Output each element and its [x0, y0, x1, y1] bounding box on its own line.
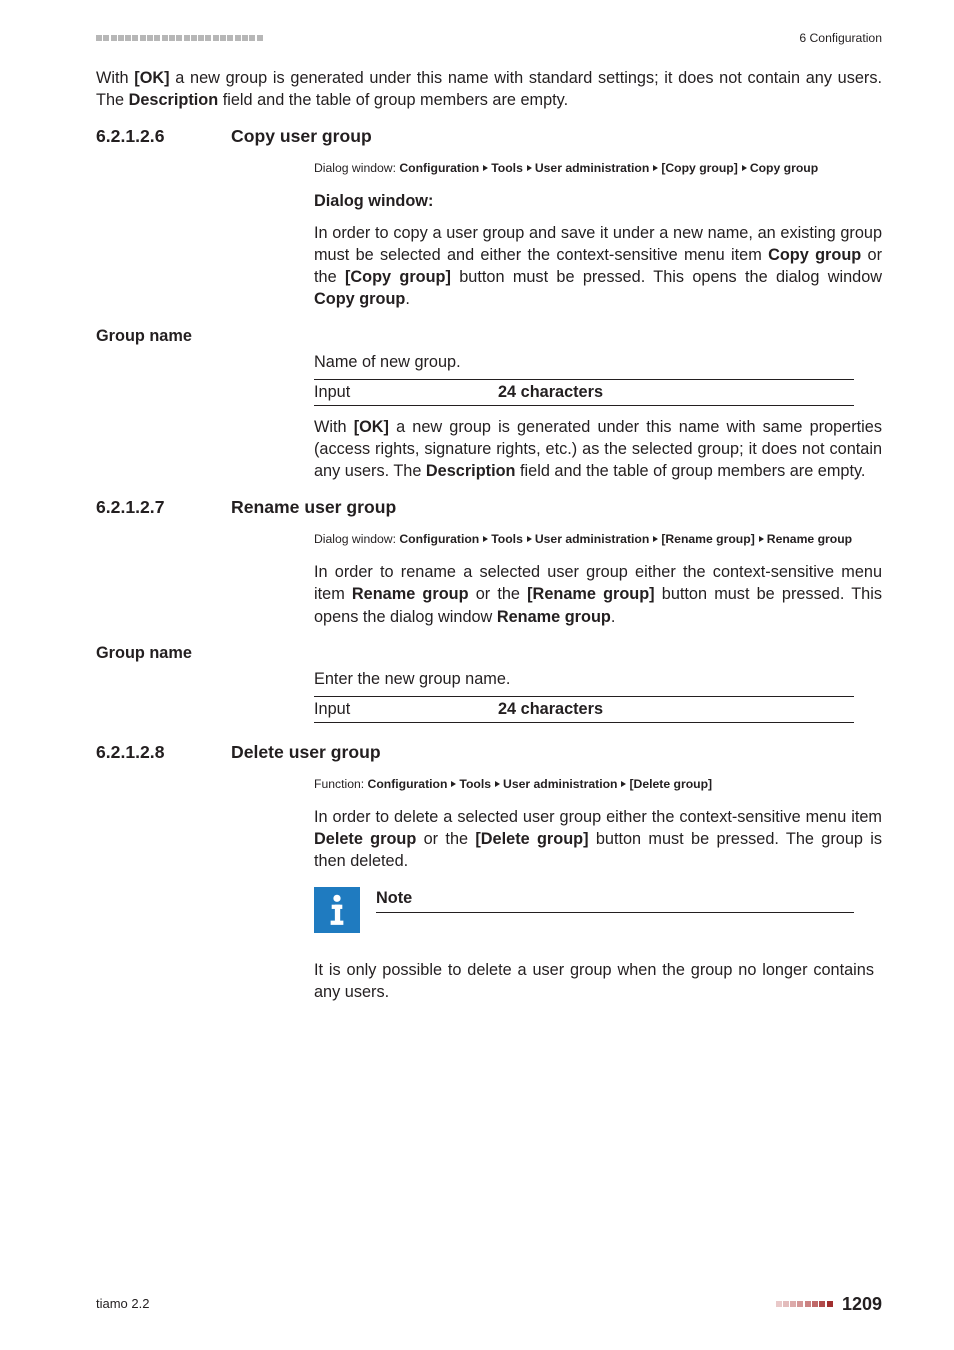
section-heading: 6.2.1.2.7 Rename user group [96, 496, 882, 520]
input-value: 24 characters [498, 698, 603, 720]
dialog-window-label: Dialog window: [314, 190, 882, 212]
text: . [611, 608, 616, 626]
text: With [96, 69, 134, 87]
arrow-icon [621, 781, 626, 787]
arrow-icon [759, 536, 764, 542]
arrow-icon [527, 536, 532, 542]
input-key: Input [314, 381, 498, 403]
note-title: Note [376, 887, 854, 913]
ok-ref: [OK] [134, 69, 169, 87]
header-section: 6 Configuration [799, 30, 882, 47]
crumb-item: Configuration [368, 777, 448, 791]
delete-group-paragraph: In order to delete a selected user group… [314, 806, 882, 872]
arrow-icon [495, 781, 500, 787]
input-spec-row: Input 24 characters [314, 696, 854, 723]
button-ref: [Delete group] [475, 830, 588, 848]
crumb-item: [Rename group] [661, 532, 754, 546]
header-ornament [96, 35, 264, 41]
breadcrumb: Dialog window: Configuration Tools User ad… [314, 530, 882, 549]
arrow-icon [483, 536, 488, 542]
crumb-item: [Delete group] [629, 777, 712, 791]
crumb-item: User administration [503, 777, 617, 791]
crumb-item: Copy group [750, 161, 818, 175]
copy-group-paragraph: In order to copy a user group and save i… [314, 222, 882, 311]
crumb-item: Tools [459, 777, 491, 791]
text: In order to delete a selected user group… [314, 808, 882, 826]
input-value: 24 characters [498, 381, 603, 403]
window-ref: Rename group [497, 608, 611, 626]
arrow-icon [653, 165, 658, 171]
section-number: 6.2.1.2.7 [96, 496, 231, 520]
section-title: Delete user group [231, 741, 381, 765]
group-name-label: Group name [96, 325, 882, 347]
group-name-desc: Enter the new group name. [314, 668, 882, 690]
arrow-icon [527, 165, 532, 171]
text: button must be pressed. This opens the d… [451, 268, 882, 286]
breadcrumb: Dialog window: Configuration Tools User ad… [314, 159, 882, 178]
crumb-item: Configuration [399, 161, 479, 175]
crumb-item: User administration [535, 161, 649, 175]
menu-ref: Delete group [314, 830, 416, 848]
window-ref: Copy group [314, 290, 405, 308]
rename-group-paragraph: In order to rename a selected user group… [314, 561, 882, 627]
text: field and the table of group members are… [218, 91, 568, 109]
text: . [405, 290, 410, 308]
button-ref: [Copy group] [345, 268, 451, 286]
text: or the [469, 585, 528, 603]
menu-ref: Rename group [352, 585, 469, 603]
section-title: Copy user group [231, 125, 372, 149]
crumb-item: [Copy group] [661, 161, 738, 175]
crumb-item: User administration [535, 532, 649, 546]
group-name-desc: Name of new group. [314, 351, 882, 373]
section-heading: 6.2.1.2.6 Copy user group [96, 125, 882, 149]
page-number: 1209 [842, 1292, 882, 1316]
input-key: Input [314, 698, 498, 720]
section-number: 6.2.1.2.6 [96, 125, 231, 149]
section-title: Rename user group [231, 496, 396, 520]
section-number: 6.2.1.2.8 [96, 741, 231, 765]
input-spec-row: Input 24 characters [314, 379, 854, 406]
intro-paragraph: With [OK] a new group is generated under… [96, 67, 882, 111]
copy-group-result: With [OK] a new group is generated under… [314, 416, 882, 482]
description-ref: Description [129, 91, 219, 109]
info-icon [314, 887, 360, 933]
button-ref: [Rename group] [527, 585, 654, 603]
text: With [314, 418, 354, 436]
footer-product: tiamo 2.2 [96, 1295, 149, 1313]
crumb-item: Rename group [767, 532, 852, 546]
arrow-icon [742, 165, 747, 171]
arrow-icon [653, 536, 658, 542]
crumb-prefix: Dialog window: [314, 532, 399, 546]
text: or the [416, 830, 475, 848]
section-heading: 6.2.1.2.8 Delete user group [96, 741, 882, 765]
page-header: 6 Configuration [0, 0, 954, 53]
note-block: Note [314, 887, 882, 933]
crumb-item: Tools [491, 532, 523, 546]
arrow-icon [451, 781, 456, 787]
crumb-item: Configuration [399, 532, 479, 546]
text: field and the table of group members are… [516, 462, 866, 480]
group-name-label: Group name [96, 642, 882, 664]
ok-ref: [OK] [354, 418, 389, 436]
description-ref: Description [426, 462, 516, 480]
page-footer: tiamo 2.2 1209 [96, 1292, 882, 1316]
crumb-prefix: Function: [314, 777, 368, 791]
crumb-prefix: Dialog window: [314, 161, 399, 175]
note-text: It is only possible to delete a user gro… [314, 959, 874, 1003]
menu-ref: Copy group [768, 246, 861, 264]
arrow-icon [483, 165, 488, 171]
breadcrumb: Function: Configuration Tools User adminis… [314, 775, 882, 794]
footer-ornament [776, 1301, 834, 1307]
crumb-item: Tools [491, 161, 523, 175]
